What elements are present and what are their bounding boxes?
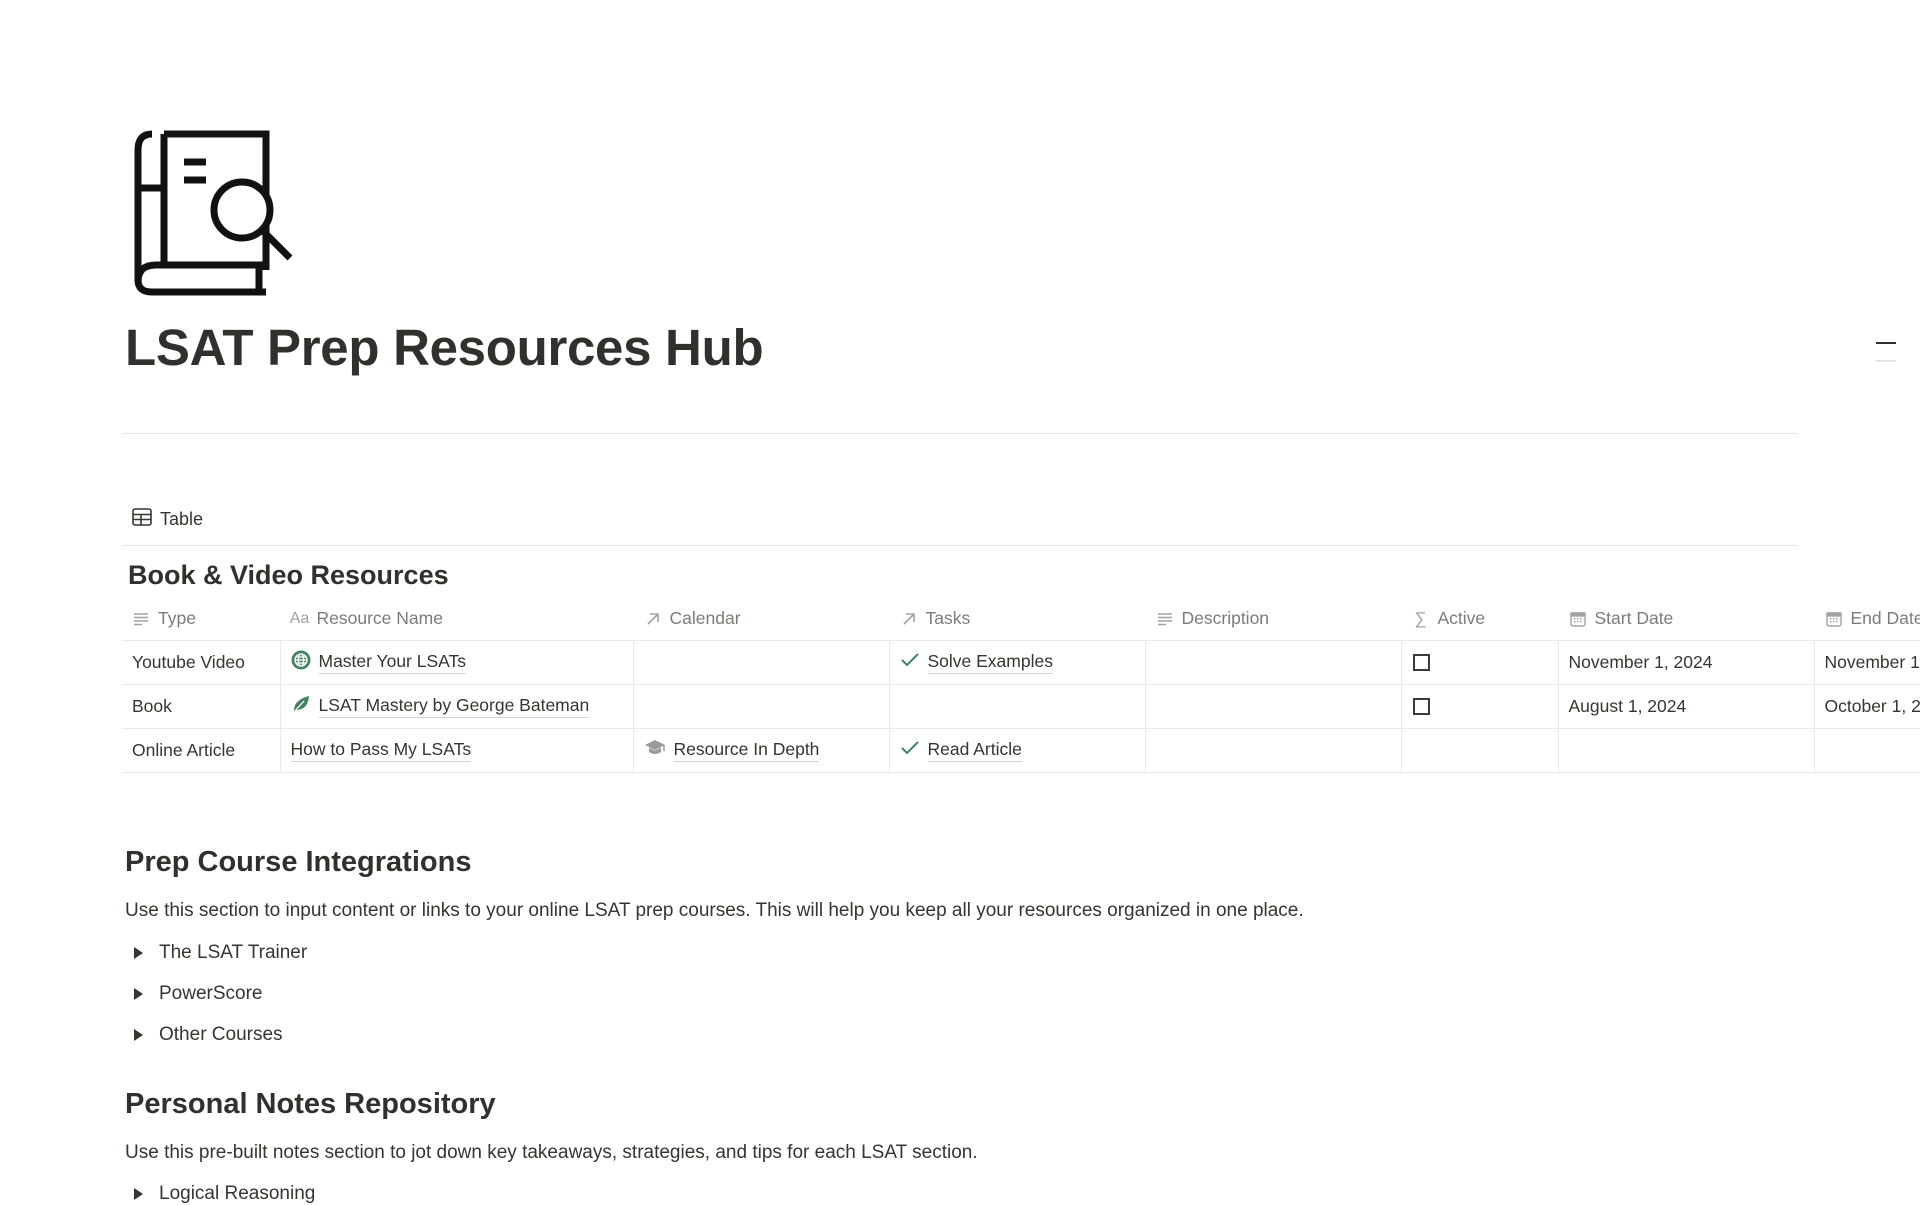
view-tab-label: Table — [160, 509, 204, 529]
table-row[interactable]: Online Article How to Pass My LSATs Reso… — [122, 728, 1920, 773]
relation-arrow-icon — [644, 610, 662, 628]
toggle-logical-reasoning[interactable]: Logical Reasoning — [134, 1183, 315, 1205]
toggle-triangle-icon[interactable] — [134, 988, 143, 1000]
table-row[interactable]: Book LSAT Mastery by George Bateman Augu… — [122, 684, 1920, 729]
calendar-link[interactable]: Resource In Depth — [673, 739, 820, 762]
view-tab-table[interactable]: Table — [132, 508, 203, 531]
text-lines-icon — [1156, 610, 1174, 628]
cell-tasks[interactable] — [888, 684, 1145, 729]
prep-courses-description[interactable]: Use this section to input content or lin… — [125, 900, 1304, 922]
cell-tasks[interactable]: Solve Examples — [888, 640, 1145, 685]
column-header-active[interactable]: ∑ Active — [1401, 597, 1558, 641]
resource-link[interactable]: LSAT Mastery by George Bateman — [318, 695, 590, 718]
cell-calendar[interactable]: Resource In Depth — [632, 728, 889, 773]
globe-icon — [291, 650, 311, 675]
prep-courses-heading[interactable]: Prep Course Integrations — [125, 846, 471, 879]
toggle-triangle-icon[interactable] — [134, 1188, 143, 1200]
column-header-type[interactable]: Type — [122, 597, 280, 641]
graduation-cap-icon — [644, 739, 666, 762]
toggle-lsat-trainer[interactable]: The LSAT Trainer — [134, 942, 307, 964]
column-header-calendar[interactable]: Calendar — [633, 597, 889, 641]
relation-arrow-icon — [900, 610, 918, 628]
column-header-end-date[interactable]: End Date — [1814, 597, 1920, 641]
divider — [122, 433, 1798, 434]
resource-link[interactable]: Master Your LSATs — [318, 651, 467, 674]
cell-start-date[interactable]: August 1, 2024 — [1557, 684, 1814, 729]
column-header-resource-name[interactable]: Aa Resource Name — [280, 597, 633, 641]
cell-description[interactable] — [1144, 728, 1401, 773]
notes-description[interactable]: Use this pre-built notes section to jot … — [125, 1142, 978, 1164]
cell-end-date[interactable]: October 1, 2024 — [1813, 684, 1920, 729]
column-header-description[interactable]: Description — [1145, 597, 1401, 641]
column-header-tasks[interactable]: Tasks — [889, 597, 1145, 641]
calendar-icon — [1825, 610, 1843, 628]
cell-type[interactable]: Youtube Video — [122, 640, 280, 685]
cell-description[interactable] — [1144, 640, 1401, 685]
cell-calendar[interactable] — [632, 684, 889, 729]
text-lines-icon — [132, 610, 150, 628]
table-icon — [132, 508, 152, 531]
task-link[interactable]: Solve Examples — [927, 651, 1053, 674]
notes-heading[interactable]: Personal Notes Repository — [125, 1088, 496, 1121]
table-header-row: Type Aa Resource Name Calendar Tasks Des… — [122, 597, 1920, 641]
toc-line — [1876, 360, 1896, 362]
cell-description[interactable] — [1144, 684, 1401, 729]
cell-type[interactable]: Online Article — [122, 728, 280, 773]
calendar-icon — [1569, 610, 1587, 628]
active-checkbox[interactable] — [1412, 654, 1430, 671]
page-title[interactable]: LSAT Prep Resources Hub — [125, 318, 764, 377]
cell-type[interactable]: Book — [122, 684, 280, 729]
cell-active[interactable] — [1400, 728, 1558, 773]
task-link[interactable]: Read Article — [927, 739, 1022, 762]
table-row[interactable]: Youtube Video Master Your LSATs Solve Ex… — [122, 640, 1920, 685]
checkmark-icon — [900, 652, 920, 673]
toggle-powerscore[interactable]: PowerScore — [134, 983, 263, 1005]
toggle-triangle-icon[interactable] — [134, 1029, 143, 1041]
title-aa-icon: Aa — [289, 609, 310, 627]
resources-table: Type Aa Resource Name Calendar Tasks Des… — [122, 597, 1920, 773]
checkmark-icon — [900, 740, 920, 761]
column-header-start-date[interactable]: Start Date — [1558, 597, 1814, 641]
formula-sigma-icon: ∑ — [1414, 608, 1427, 628]
book-search-icon[interactable] — [134, 130, 296, 296]
cell-resource-name[interactable]: Master Your LSATs — [279, 640, 633, 685]
resource-link[interactable]: How to Pass My LSATs — [290, 739, 472, 762]
cell-end-date[interactable]: November 1, 2024 — [1813, 640, 1920, 685]
cell-tasks[interactable]: Read Article — [888, 728, 1145, 773]
active-checkbox[interactable] — [1412, 698, 1430, 715]
toggle-other-courses[interactable]: Other Courses — [134, 1024, 283, 1046]
view-tabs-divider — [122, 545, 1798, 546]
cell-start-date[interactable]: November 1, 2024 — [1557, 640, 1814, 685]
cell-active[interactable] — [1400, 640, 1558, 685]
table-of-contents-toggle[interactable] — [1876, 342, 1896, 362]
toggle-triangle-icon[interactable] — [134, 947, 143, 959]
cell-active[interactable] — [1400, 684, 1558, 729]
cell-calendar[interactable] — [632, 640, 889, 685]
cell-resource-name[interactable]: LSAT Mastery by George Bateman — [279, 684, 633, 729]
database-title[interactable]: Book & Video Resources — [128, 560, 449, 591]
cell-start-date[interactable] — [1557, 728, 1814, 773]
toc-line-active — [1876, 342, 1896, 344]
cell-end-date[interactable] — [1813, 728, 1920, 773]
leaf-icon — [291, 694, 311, 719]
cell-resource-name[interactable]: How to Pass My LSATs — [279, 728, 633, 773]
